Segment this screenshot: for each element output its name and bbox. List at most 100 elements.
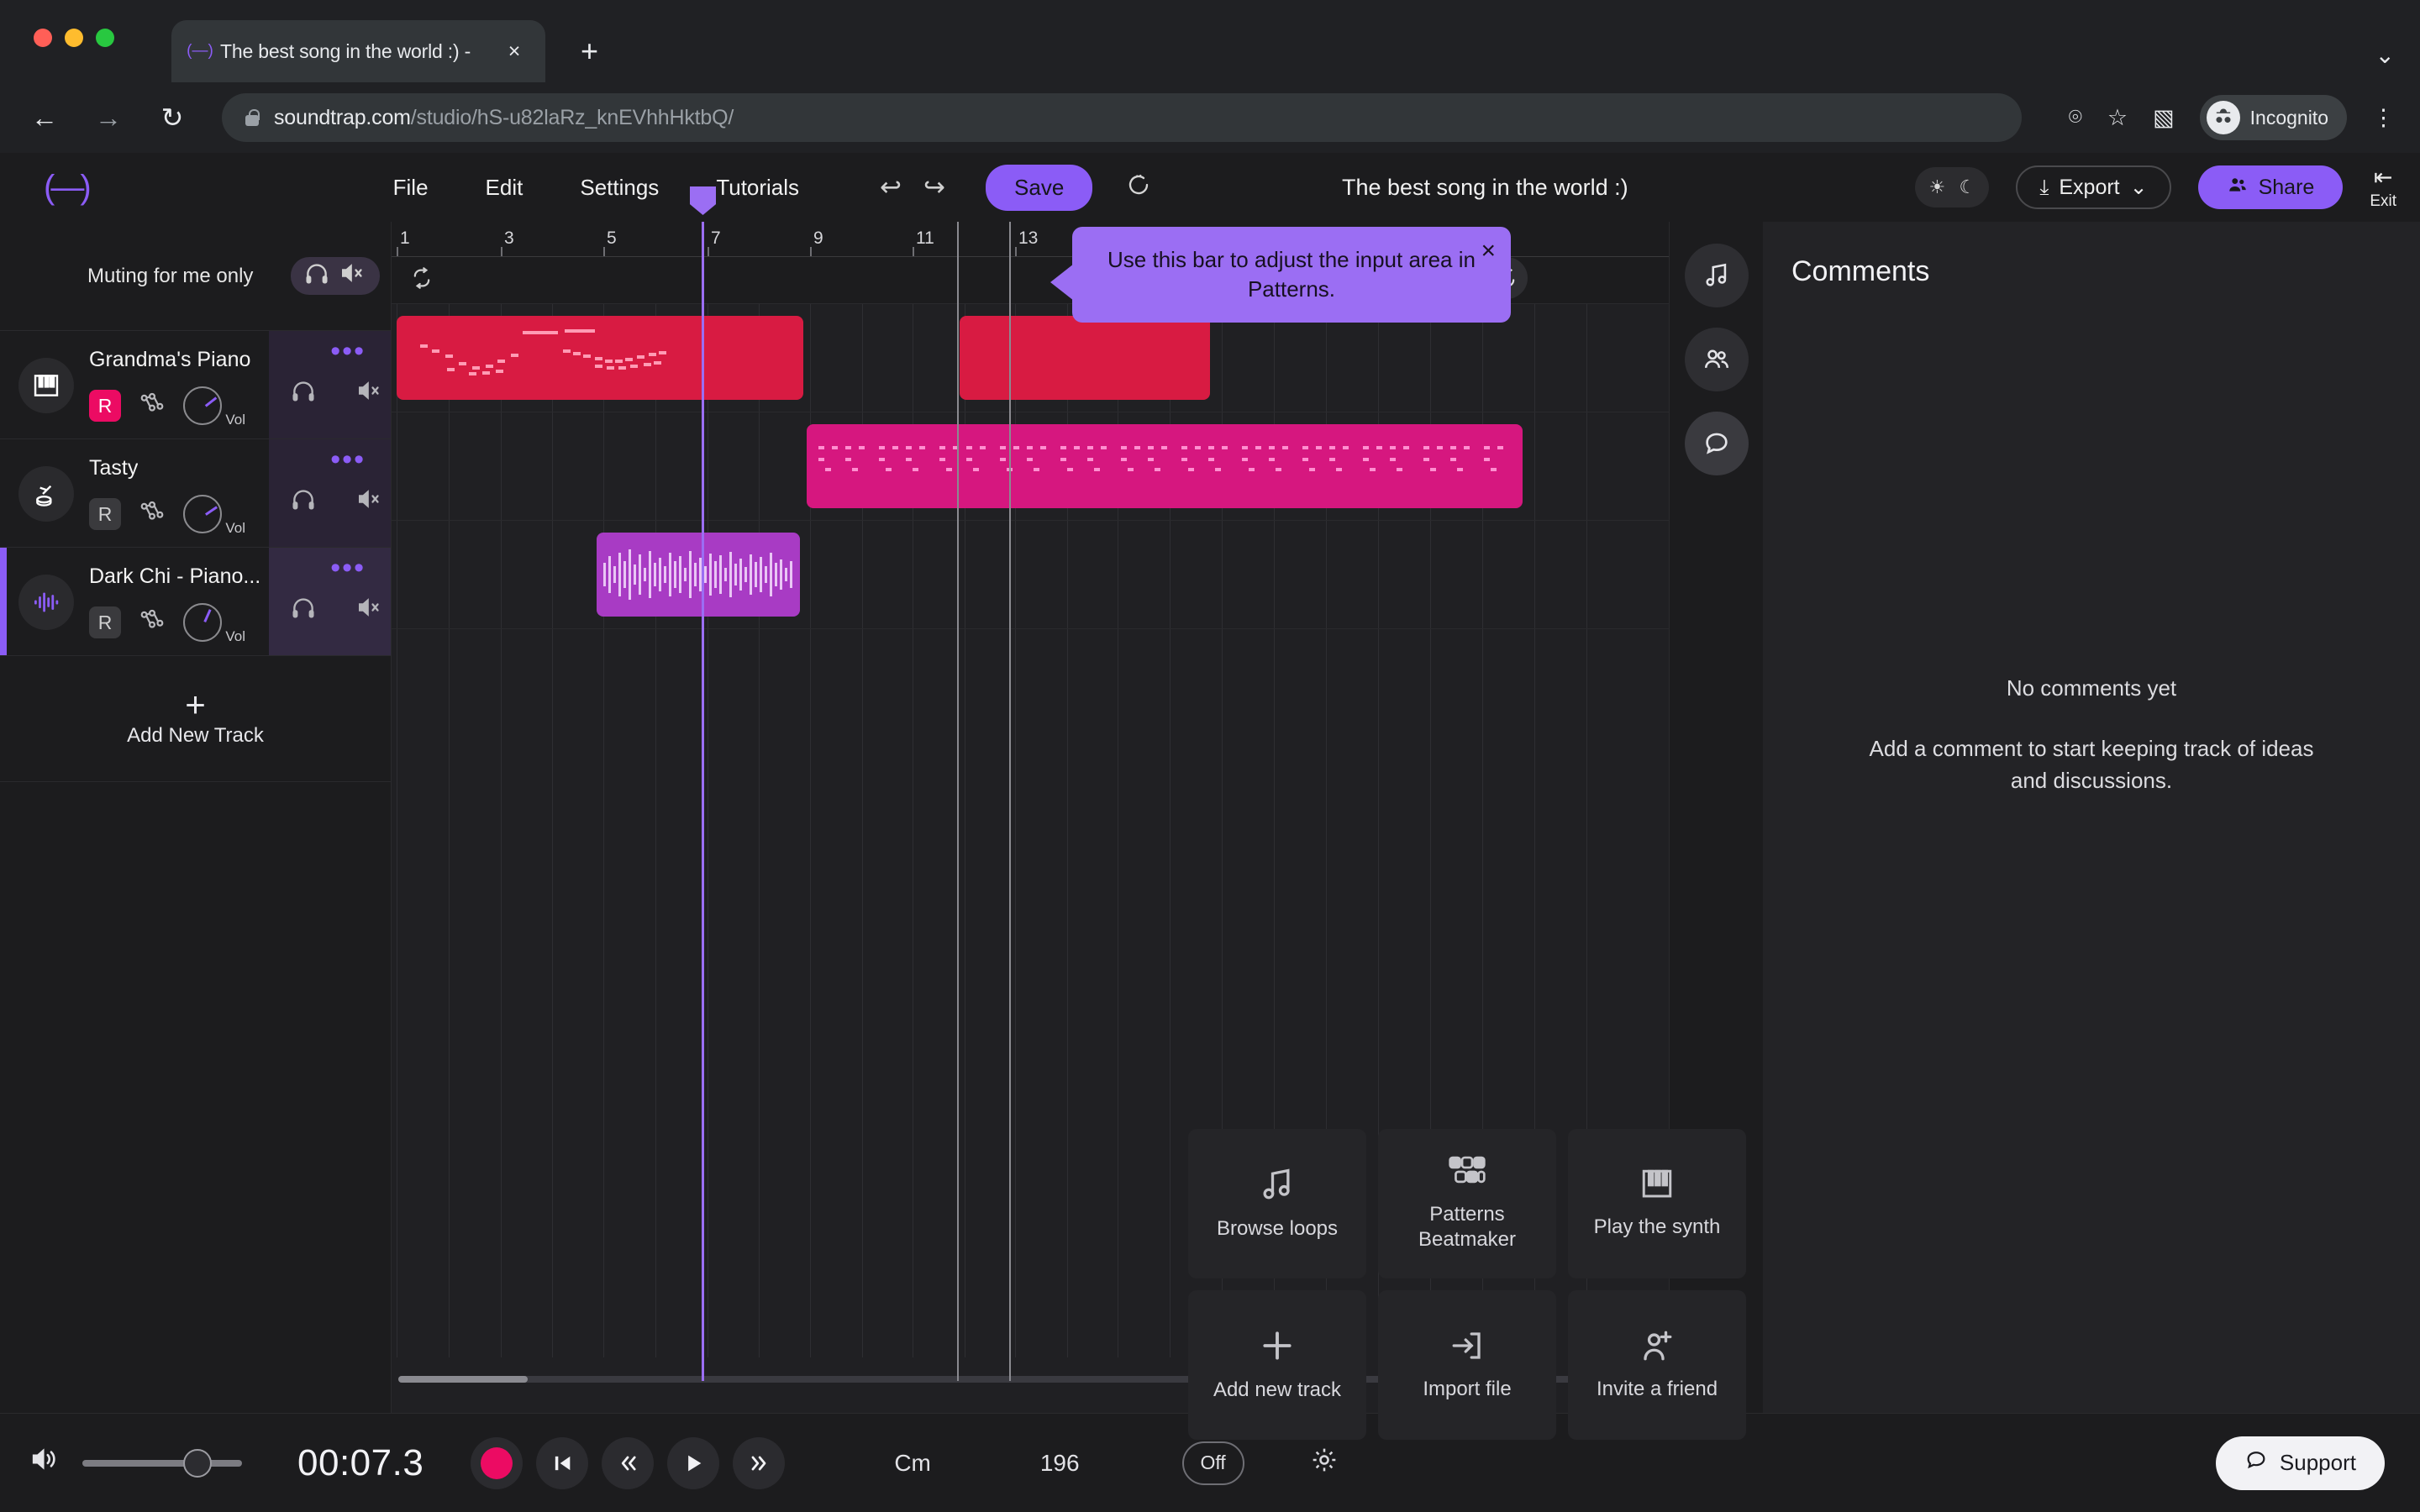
track-name[interactable]: Dark Chi - Piano... [89, 564, 260, 589]
speaker-muted-icon[interactable] [356, 596, 383, 624]
effects-icon[interactable] [139, 608, 165, 638]
exit-button[interactable]: ⇤ Exit [2370, 165, 2396, 211]
track-row[interactable]: Dark Chi - Piano... R Vol ••• [0, 548, 391, 656]
monitor-buttons-group[interactable] [291, 257, 380, 295]
track-row[interactable]: Tasty R Vol ••• [0, 439, 391, 548]
side-panel-icon[interactable]: ▧ [2153, 105, 2175, 131]
lock-icon [244, 108, 260, 128]
track-more-icon[interactable]: ••• [330, 445, 366, 474]
browser-menu-icon[interactable]: ⋮ [2372, 105, 2395, 131]
music-library-icon[interactable] [1684, 244, 1749, 307]
fast-forward-button[interactable] [733, 1436, 786, 1489]
maximize-window-button[interactable] [96, 29, 114, 47]
go-to-start-button[interactable] [536, 1436, 589, 1489]
collaborators-icon[interactable] [1684, 328, 1749, 391]
forward-arrow-icon[interactable]: → [89, 102, 128, 134]
clip-midi[interactable] [960, 316, 1210, 400]
moon-icon[interactable]: ☾ [1959, 176, 1975, 198]
volume-knob[interactable]: Vol [183, 603, 245, 644]
patterns-beatmaker-card[interactable]: Patterns Beatmaker [1378, 1129, 1556, 1278]
gear-icon[interactable] [1310, 1446, 1339, 1481]
piano-icon[interactable] [18, 358, 74, 413]
speaker-muted-icon[interactable] [356, 488, 383, 516]
card-label: Add new track [1213, 1378, 1342, 1401]
close-tab-icon[interactable]: × [502, 39, 527, 64]
bookmark-star-icon[interactable]: ☆ [2107, 105, 2128, 131]
record-button[interactable] [471, 1436, 523, 1489]
track-name[interactable]: Tasty [89, 456, 138, 480]
url-domain: soundtrap.com [274, 105, 411, 129]
incognito-profile-chip[interactable]: Incognito [2199, 95, 2347, 140]
headphones-icon[interactable] [291, 488, 316, 516]
comments-empty-body: Add a comment to start keeping track of … [1869, 736, 2314, 793]
window-traffic-lights[interactable] [34, 29, 114, 47]
comments-bubble-icon[interactable] [1684, 412, 1749, 475]
playhead[interactable] [690, 186, 716, 1381]
redo-icon[interactable]: ↪ [923, 172, 945, 202]
invite-a-friend-card[interactable]: Invite a friend [1568, 1290, 1746, 1440]
headphones-icon[interactable] [291, 596, 316, 624]
import-file-card[interactable]: Import file [1378, 1290, 1556, 1440]
song-title[interactable]: The best song in the world :) [1342, 175, 1628, 201]
add-new-track-button[interactable]: + Add New Track [0, 656, 391, 782]
minimize-window-button[interactable] [65, 29, 83, 47]
headphones-icon[interactable] [299, 262, 334, 290]
browser-tab[interactable]: (—) The best song in the world :) - × [171, 20, 545, 82]
theme-toggle[interactable]: ☀ ☾ [1915, 167, 1990, 207]
key-signature-field[interactable]: Cm [894, 1450, 931, 1477]
track-name[interactable]: Grandma's Piano [89, 348, 250, 372]
master-volume-slider[interactable] [82, 1448, 242, 1478]
track-more-icon[interactable]: ••• [330, 554, 366, 582]
metronome-toggle[interactable]: Off [1181, 1441, 1244, 1485]
speaker-muted-icon[interactable] [356, 380, 383, 407]
record-arm-button[interactable]: R [89, 606, 121, 638]
speaker-icon[interactable] [30, 1446, 60, 1480]
revert-icon[interactable] [1126, 172, 1151, 203]
close-icon[interactable]: × [1481, 237, 1496, 265]
tab-list-chevron-down-icon[interactable]: ⌄ [2375, 41, 2395, 69]
card-label: Browse loops [1216, 1217, 1339, 1240]
clip-drum-pattern[interactable] [807, 424, 1523, 508]
speaker-muted-icon[interactable] [334, 262, 371, 290]
save-button[interactable]: Save [986, 164, 1093, 211]
waveform-icon[interactable] [18, 575, 74, 630]
undo-icon[interactable]: ↩ [880, 172, 902, 202]
play-the-synth-card[interactable]: Play the synth [1568, 1129, 1746, 1278]
clip-midi[interactable] [397, 316, 803, 400]
drums-icon[interactable] [18, 466, 74, 522]
blocked-eye-icon[interactable]: ⌾ [2069, 104, 2082, 131]
reload-icon[interactable]: ↻ [153, 102, 192, 134]
menu-file[interactable]: File [365, 166, 457, 209]
track-row[interactable]: Grandma's Piano R Vol ••• [0, 331, 391, 439]
share-button[interactable]: Share [2197, 165, 2344, 209]
rewind-button[interactable] [602, 1436, 655, 1489]
timecode-display[interactable]: 00:07.3 [297, 1442, 424, 1484]
play-button[interactable] [667, 1436, 720, 1489]
volume-knob[interactable]: Vol [183, 495, 245, 536]
volume-knob[interactable]: Vol [183, 386, 245, 428]
back-arrow-icon[interactable]: ← [25, 102, 64, 134]
soundtrap-logo-icon[interactable]: (—) [44, 169, 92, 207]
add-new-track-card[interactable]: Add new track [1188, 1290, 1366, 1440]
sun-icon[interactable]: ☀ [1928, 176, 1945, 198]
effects-icon[interactable] [139, 391, 165, 421]
close-window-button[interactable] [34, 29, 52, 47]
headphones-icon[interactable] [291, 380, 316, 407]
tempo-field[interactable]: 196 [1040, 1450, 1080, 1477]
menu-settings[interactable]: Settings [551, 166, 687, 209]
effects-icon[interactable] [139, 500, 165, 529]
export-button[interactable]: ⤓ Export ⌄ [2016, 165, 2171, 209]
loop-add-icon[interactable] [410, 267, 434, 295]
record-arm-button[interactable]: R [89, 390, 121, 422]
record-arm-button[interactable]: R [89, 498, 121, 530]
browse-loops-card[interactable]: Browse loops [1188, 1129, 1366, 1278]
track-lanes[interactable]: × Use this bar to adjust the input area … [392, 186, 1746, 1440]
clip-audio[interactable] [597, 533, 800, 617]
track-lane[interactable] [392, 412, 1669, 521]
support-button[interactable]: Support [2215, 1436, 2385, 1490]
menu-edit[interactable]: Edit [457, 166, 552, 209]
track-lane[interactable] [392, 521, 1669, 629]
new-tab-button[interactable]: + [581, 34, 598, 69]
track-more-icon[interactable]: ••• [330, 337, 366, 365]
address-bar[interactable]: soundtrap.com/studio/hS-u82laRz_knEVhhHk… [222, 93, 2022, 142]
